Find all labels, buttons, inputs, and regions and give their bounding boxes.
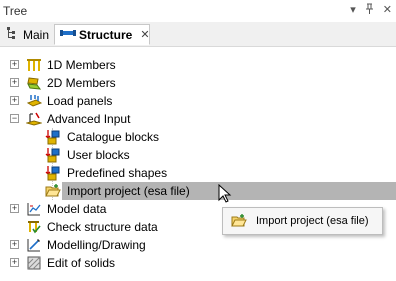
block-icon [45, 165, 61, 181]
structure-tab-icon [60, 27, 76, 42]
tab-structure[interactable]: Structure ✕ [54, 24, 150, 45]
solids-icon [26, 255, 42, 271]
tree-item-label: 2D Members [47, 76, 116, 90]
mouse-cursor-icon [218, 184, 232, 203]
modelling-icon [26, 237, 42, 253]
tree-item-import-project[interactable]: Import project (esa file) [0, 182, 396, 200]
tree-item-label: Import project (esa file) [67, 184, 190, 198]
tree-item-label: Modelling/Drawing [47, 238, 146, 252]
main-tab-icon [6, 26, 20, 43]
tree-item-advanced-input[interactable]: − Advanced Input [0, 110, 396, 128]
panel-controls: ▾ ✕ [350, 3, 392, 17]
tree-item-label: 1D Members [47, 58, 116, 72]
tree-item-predefined-shapes[interactable]: Predefined shapes [0, 164, 396, 182]
structure-tree: + 1D Members + 2D Members + Load panels … [0, 47, 396, 281]
tree-item-edit-of-solids[interactable]: + Edit of solids [0, 254, 396, 272]
tab-bar: Main Structure ✕ [0, 22, 396, 47]
tooltip-label: Import project (esa file) [256, 215, 369, 227]
tree-item-label: Model data [47, 202, 107, 216]
collapse-icon[interactable]: − [10, 114, 19, 123]
2d-members-icon [26, 75, 42, 91]
expand-icon[interactable]: + [10, 60, 19, 69]
tab-structure-label: Structure [79, 27, 133, 42]
tree-item-label: Check structure data [47, 220, 158, 234]
tree-item-label: Predefined shapes [67, 166, 168, 180]
tree-item-1d-members[interactable]: + 1D Members [0, 56, 396, 74]
block-icon [45, 129, 61, 145]
tree-item-2d-members[interactable]: + 2D Members [0, 74, 396, 92]
tree-item-catalogue-blocks[interactable]: Catalogue blocks [0, 128, 396, 146]
expand-icon[interactable]: + [10, 240, 19, 249]
pin-icon[interactable] [365, 3, 374, 17]
check-data-icon [26, 219, 42, 235]
panel-menu-icon[interactable]: ▾ [350, 3, 356, 17]
1d-members-icon [26, 57, 42, 73]
tab-close-icon[interactable]: ✕ [140, 28, 149, 41]
drag-tooltip: Import project (esa file) [222, 207, 383, 235]
load-panels-icon [26, 93, 43, 109]
open-folder-icon [45, 183, 61, 199]
tree-item-label: Edit of solids [47, 256, 116, 270]
open-folder-icon [231, 213, 247, 229]
tab-main-label: Main [23, 27, 50, 42]
tree-item-load-panels[interactable]: + Load panels [0, 92, 396, 110]
panel-titlebar: Tree ▾ ✕ [0, 0, 396, 22]
model-data-icon [26, 201, 42, 217]
tree-item-modelling-drawing[interactable]: + Modelling/Drawing [0, 236, 396, 254]
tree-item-label: Load panels [47, 94, 113, 108]
tree-item-label: Advanced Input [47, 112, 131, 126]
tree-item-label: User blocks [67, 148, 130, 162]
panel-title: Tree [3, 4, 28, 18]
tree-item-label: Catalogue blocks [67, 130, 160, 144]
expand-icon[interactable]: + [10, 78, 19, 87]
panel-close-icon[interactable]: ✕ [383, 3, 392, 17]
tab-main[interactable]: Main [1, 24, 52, 45]
expand-icon[interactable]: + [10, 258, 19, 267]
expand-icon[interactable]: + [10, 204, 19, 213]
block-icon [45, 147, 61, 163]
expand-icon[interactable]: + [10, 96, 19, 105]
tree-item-user-blocks[interactable]: User blocks [0, 146, 396, 164]
advanced-input-icon [25, 111, 43, 127]
